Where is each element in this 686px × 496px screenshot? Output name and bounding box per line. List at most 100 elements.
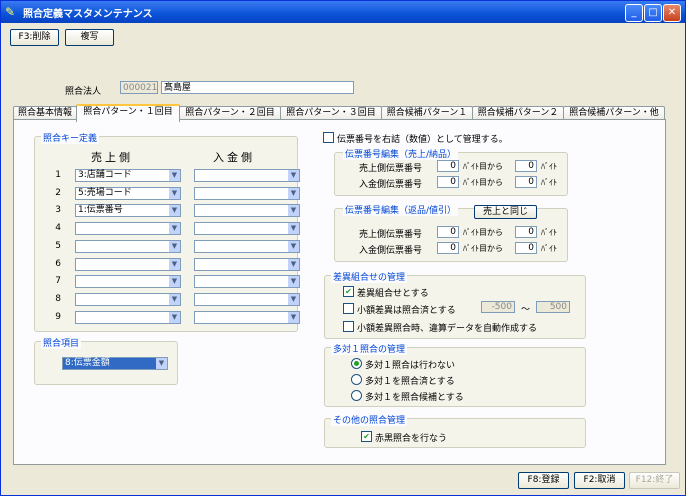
diff-title: 差異組合せの管理 <box>331 270 408 283</box>
close-button[interactable]: ✕ <box>663 4 681 22</box>
sales-edit-label-2: 入金側伝票番号 <box>359 180 423 190</box>
small-diff-min[interactable]: -500 <box>481 301 515 313</box>
key-definition-group: 照合キー定義 売上側 入金側 1 3:店舗コード ▼ ▼ 2 5:売場コード ▼ ▼ 3 1:伝票… <box>34 131 300 332</box>
key-sales-select-9[interactable]: ▼ <box>75 310 181 324</box>
key-payment-select-5[interactable]: ▼ <box>194 239 300 253</box>
chevron-down-icon[interactable]: ▼ <box>288 170 299 181</box>
key-payment-select-4[interactable]: ▼ <box>194 222 300 236</box>
return-edit-from-2[interactable]: 0 <box>437 242 459 254</box>
small-diff-checkbox[interactable] <box>343 303 354 314</box>
return-edit-len-1[interactable]: 0 <box>515 226 537 238</box>
corporation-label: 照合法人 <box>65 87 102 97</box>
register-button[interactable]: F8:登録 <box>518 472 569 489</box>
key-payment-select-3[interactable]: ▼ <box>194 204 300 218</box>
key-sales-select-6[interactable]: ▼ <box>75 257 181 271</box>
sales-edit-len-1[interactable]: 0 <box>515 160 537 172</box>
sales-edit-len-2[interactable]: 0 <box>515 176 537 188</box>
sales-edit-len-unit-1: ﾊﾞｲﾄ <box>541 162 557 171</box>
other-match-group: その他の照合管理 ✔ 赤黒照合を行なう <box>324 413 586 448</box>
many-matched-label: 多対１を照合済とする <box>365 377 455 387</box>
tab-candidate-1[interactable]: 照合候補パターン１ <box>381 106 473 120</box>
tab-candidate-2[interactable]: 照合候補パターン２ <box>472 106 564 120</box>
key-payment-select-1[interactable]: ▼ <box>194 169 300 182</box>
tab-pattern-1[interactable]: 照合パターン・１回目 <box>76 104 180 122</box>
corporation-code-field[interactable]: 000021 <box>120 81 158 94</box>
key-row-number: 5 <box>55 240 61 251</box>
exit-button[interactable]: F12:終了 <box>629 472 680 489</box>
chevron-down-icon[interactable]: ▼ <box>288 258 299 270</box>
key-sales-select-5[interactable]: ▼ <box>75 239 181 253</box>
delete-button[interactable]: F3:削除 <box>10 29 59 46</box>
return-edit-label-1: 売上側伝票番号 <box>359 230 423 240</box>
key-definition-title: 照合キー定義 <box>41 131 100 144</box>
chevron-down-icon[interactable]: ▼ <box>169 240 180 252</box>
key-sales-select-4[interactable]: ▼ <box>75 222 181 236</box>
key-sales-select-7[interactable]: ▼ <box>75 275 181 289</box>
chevron-down-icon[interactable]: ▼ <box>169 170 180 181</box>
small-diff-max[interactable]: 500 <box>536 301 570 313</box>
title-bar: ✎ 照合定義マスタメンテナンス _ □ ✕ <box>1 1 685 23</box>
tab-basic-info[interactable]: 照合基本情報 <box>13 106 77 120</box>
chevron-down-icon[interactable]: ▼ <box>156 358 167 369</box>
many-matched-radio[interactable] <box>351 374 362 385</box>
key-payment-select-9[interactable]: ▼ <box>194 310 300 324</box>
key-payment-select-7[interactable]: ▼ <box>194 275 300 289</box>
maximize-button[interactable]: □ <box>644 4 662 22</box>
red-black-checkbox[interactable]: ✔ <box>361 431 372 442</box>
cancel-button[interactable]: F2:取消 <box>574 472 625 489</box>
chevron-down-icon[interactable]: ▼ <box>288 223 299 235</box>
chevron-down-icon[interactable]: ▼ <box>169 258 180 270</box>
chevron-down-icon[interactable]: ▼ <box>169 205 180 217</box>
return-edit-len-2[interactable]: 0 <box>515 242 537 254</box>
return-edit-len-unit-1: ﾊﾞｲﾄ <box>541 228 557 237</box>
chevron-down-icon[interactable]: ▼ <box>288 205 299 217</box>
app-icon: ✎ <box>5 5 16 19</box>
return-slip-edit-group: 伝票番号編集（返品/値引） 売上と同じ 売上側伝票番号 0 ﾊﾞｲﾄ目から 0 … <box>334 203 568 262</box>
payment-column-header: 入金側 <box>213 151 255 164</box>
match-item-select[interactable]: 8:伝票金額 ▼ <box>62 357 168 370</box>
many-to-one-group: 多対１照合の管理 多対１照合は行わない 多対１を照合済とする 多対１を照合候補と… <box>324 342 586 407</box>
chevron-down-icon[interactable]: ▼ <box>288 276 299 288</box>
right-align-label: 伝票番号を右詰（数値）として管理する。 <box>337 135 508 145</box>
key-sales-select-1[interactable]: 3:店舗コード ▼ <box>75 169 181 182</box>
key-payment-select-8[interactable]: ▼ <box>194 292 300 306</box>
return-edit-len-unit-2: ﾊﾞｲﾄ <box>541 244 557 253</box>
tab-pattern-2[interactable]: 照合パターン・２回目 <box>179 106 281 120</box>
auto-create-checkbox[interactable] <box>343 321 354 332</box>
sales-edit-from-1[interactable]: 0 <box>437 160 459 172</box>
key-payment-select-2[interactable]: ▼ <box>194 186 300 200</box>
key-sales-select-8[interactable]: ▼ <box>75 292 181 306</box>
diff-combination-checkbox[interactable]: ✔ <box>343 286 354 297</box>
key-row-number: 4 <box>55 223 61 234</box>
key-sales-select-2[interactable]: 5:売場コード ▼ <box>75 186 181 200</box>
chevron-down-icon[interactable]: ▼ <box>288 293 299 305</box>
tab-pattern-3[interactable]: 照合パターン・３回目 <box>280 106 382 120</box>
chevron-down-icon[interactable]: ▼ <box>169 223 180 235</box>
chevron-down-icon[interactable]: ▼ <box>169 276 180 288</box>
chevron-down-icon[interactable]: ▼ <box>288 187 299 199</box>
copy-button[interactable]: 複写 <box>65 29 114 46</box>
chevron-down-icon[interactable]: ▼ <box>169 293 180 305</box>
many-none-radio[interactable] <box>351 358 362 369</box>
key-sales-select-3[interactable]: 1:伝票番号 ▼ <box>75 204 181 218</box>
auto-create-label: 小額差異照合時、違算データを自動作成する <box>357 324 538 334</box>
many-none-label: 多対１照合は行わない <box>365 361 456 371</box>
match-item-title: 照合項目 <box>41 336 82 349</box>
return-edit-from-unit-2: ﾊﾞｲﾄ目から <box>463 244 503 253</box>
chevron-down-icon[interactable]: ▼ <box>169 311 180 323</box>
app-window: ✎ 照合定義マスタメンテナンス _ □ ✕ F3:削除 複写 照合法人 0000… <box>0 0 686 496</box>
many-candidate-radio[interactable] <box>351 390 362 401</box>
key-payment-select-6[interactable]: ▼ <box>194 257 300 271</box>
sales-column-header: 売上側 <box>91 151 133 164</box>
right-align-checkbox[interactable] <box>323 132 334 143</box>
sales-edit-from-2[interactable]: 0 <box>437 176 459 188</box>
chevron-down-icon[interactable]: ▼ <box>288 240 299 252</box>
same-as-sales-button[interactable]: 売上と同じ <box>474 205 537 219</box>
return-edit-from-1[interactable]: 0 <box>437 226 459 238</box>
key-row-number: 1 <box>55 170 61 180</box>
minimize-button[interactable]: _ <box>625 4 643 22</box>
tab-candidate-other[interactable]: 照合候補パターン・他 <box>563 106 665 120</box>
corporation-name-field[interactable]: 髙島屋 <box>161 81 354 94</box>
chevron-down-icon[interactable]: ▼ <box>169 187 180 199</box>
chevron-down-icon[interactable]: ▼ <box>288 311 299 323</box>
